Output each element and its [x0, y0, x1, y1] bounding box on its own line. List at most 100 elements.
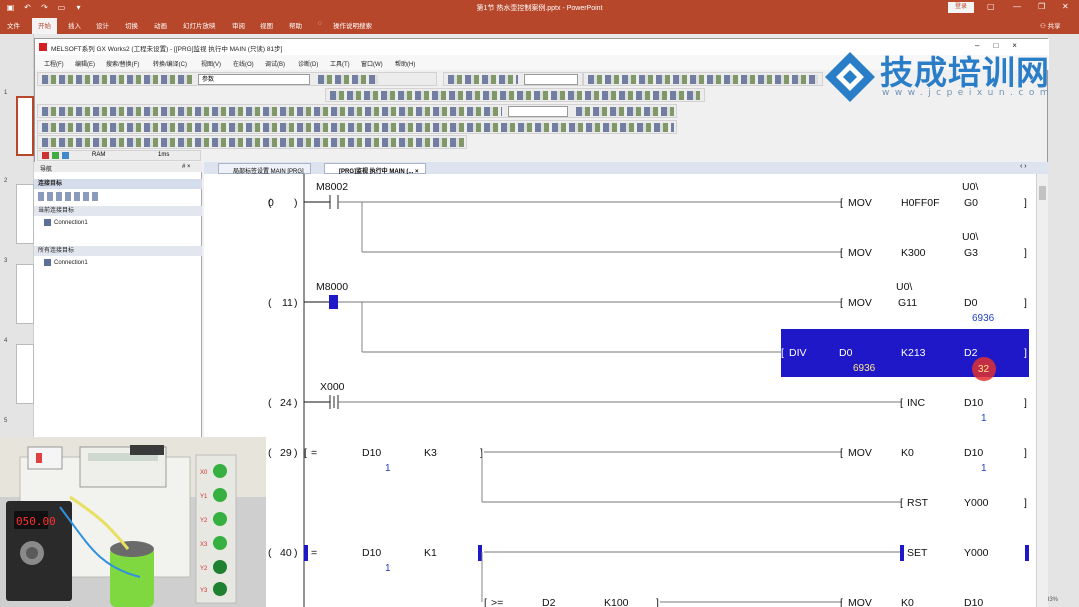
tab-transitions[interactable]: 切换 — [125, 20, 138, 30]
toolbar-icons[interactable] — [42, 107, 502, 116]
svg-text:MOV: MOV — [848, 297, 872, 309]
minimize-icon[interactable]: — — [1013, 2, 1021, 11]
svg-text:(: ( — [268, 197, 272, 209]
instruction-rst[interactable]: [ RST Y000 ] — [900, 497, 1027, 509]
watermark-url: www.jcpeixun.com — [882, 88, 1055, 98]
powerpoint-title-bar: ▣ ↶ ↷ ▭ ▾ 第1节 热水壶控制案例.pptx - PowerPoint … — [0, 0, 1079, 16]
slide-number: 4 — [4, 338, 8, 344]
toolbar-icons[interactable] — [42, 123, 674, 132]
close-icon[interactable]: ✕ — [1062, 2, 1069, 11]
pin-close-icon[interactable]: # × — [182, 164, 191, 170]
svg-text:[: [ — [900, 397, 903, 409]
tab-local-labels[interactable]: 局部标签设置 MAIN [PRG] — [218, 163, 311, 175]
energized-marker — [900, 545, 904, 561]
connection-icon — [44, 259, 51, 266]
stop-icon[interactable] — [42, 152, 49, 159]
tab-file[interactable]: 文件 — [7, 20, 20, 30]
toolbar-icons[interactable] — [588, 75, 818, 84]
slide-thumbnail[interactable] — [16, 184, 34, 244]
compare-eq-2[interactable]: = D10 1 K1 — [311, 547, 437, 574]
tab-review[interactable]: 审阅 — [232, 20, 245, 30]
svg-text:]: ] — [1024, 347, 1027, 359]
device-combo[interactable] — [508, 106, 568, 117]
toolbar-icons[interactable] — [448, 75, 518, 84]
slide-thumbnail[interactable] — [16, 264, 34, 324]
tab-scroll-icons[interactable]: ‹ › — [1020, 163, 1027, 170]
svg-text:]: ] — [1024, 247, 1027, 259]
tell-me-search[interactable]: 操作说明搜索 — [333, 20, 372, 30]
svg-text:[: [ — [900, 497, 903, 509]
login-button[interactable]: 登录 — [948, 2, 974, 13]
menu-debug[interactable]: 调试(B) — [265, 59, 285, 68]
svg-text:]: ] — [1024, 297, 1027, 309]
instruction-set[interactable]: SET Y000 — [907, 547, 989, 559]
toolbar-icons[interactable] — [318, 75, 378, 84]
scrollbar-thumb[interactable] — [1039, 186, 1046, 200]
tab-design[interactable]: 设计 — [96, 20, 109, 30]
tab-view[interactable]: 视图 — [260, 20, 273, 30]
instruction-mov-3[interactable]: [ MOV U0\ G11 D0 6936 ] — [840, 281, 1027, 324]
svg-text:D10: D10 — [964, 397, 983, 409]
navigation-combo[interactable]: 参数 — [198, 74, 310, 85]
svg-text:): ) — [294, 397, 298, 409]
menu-help[interactable]: 帮助(H) — [395, 59, 415, 68]
tab-insert[interactable]: 插入 — [68, 20, 81, 30]
restore-icon[interactable]: ❐ — [1038, 2, 1045, 11]
toolbar-icons[interactable] — [330, 91, 700, 100]
menu-window[interactable]: 窗口(W) — [361, 59, 383, 68]
menu-diagnostics[interactable]: 诊断(D) — [298, 59, 318, 68]
navigation-title: 导航 — [40, 167, 53, 173]
svg-text:=: = — [311, 547, 317, 559]
tab-animations[interactable]: 动画 — [154, 20, 167, 30]
ladder-editor[interactable]: 0 ( ) M8002 [ MOV H0FF0F U0\ G0 ] [ MOV … — [204, 174, 1036, 607]
menu-online[interactable]: 在线(O) — [233, 59, 254, 68]
svg-text:): ) — [294, 197, 298, 209]
tab-prg-monitor[interactable]: [PRG]监视 执行中 MAIN (... × — [324, 163, 426, 175]
menu-project[interactable]: 工程(F) — [44, 59, 64, 68]
slide-thumbnail[interactable] — [16, 344, 34, 404]
menu-view[interactable]: 视图(V) — [201, 59, 221, 68]
svg-text:MOV: MOV — [848, 597, 872, 607]
gx-window-title: MELSOFT系列 GX Works2 (工程未设置) - [[PRG]监视 执… — [51, 46, 283, 53]
svg-text:U0\: U0\ — [962, 181, 978, 193]
instruction-mov-4[interactable]: [ MOV K0 D10 1 ] — [840, 447, 1027, 474]
menu-convert-compile[interactable]: 转换/编译(C) — [153, 59, 187, 68]
toolbar-icons[interactable] — [576, 107, 674, 116]
svg-text:]: ] — [656, 597, 659, 607]
menu-find-replace[interactable]: 搜索/替换(F) — [106, 59, 139, 68]
vertical-scrollbar[interactable] — [1036, 174, 1048, 607]
menu-tools[interactable]: 工具(T) — [330, 59, 350, 68]
svg-text:Y2: Y2 — [200, 566, 208, 572]
program-combo[interactable] — [524, 74, 578, 85]
share-button[interactable]: ⚇ 共享 — [1040, 20, 1061, 30]
instruction-inc[interactable]: [ INC D10 1 ] — [900, 397, 1027, 424]
instruction-mov-5[interactable]: [ MOV K0 D10 — [840, 597, 983, 607]
run-icon[interactable] — [52, 152, 59, 159]
tab-help[interactable]: 帮助 — [289, 20, 302, 30]
svg-text:[: [ — [840, 197, 843, 209]
compare-eq-1[interactable]: [ = D10 1 K3 ] — [304, 447, 483, 474]
slide-thumbnail-selected[interactable] — [16, 96, 34, 156]
instruction-mov-2[interactable]: [ MOV K300 U0\ G3 ] — [840, 231, 1027, 259]
ladder-diagram[interactable]: 0 ( ) M8002 [ MOV H0FF0F U0\ G0 ] [ MOV … — [204, 174, 1036, 607]
tab-home[interactable]: 开始 — [32, 18, 57, 34]
menu-edit[interactable]: 编辑(E) — [75, 59, 95, 68]
monitor-icon[interactable] — [62, 152, 69, 159]
instruction-div-selected[interactable]: [ DIV D0 6936 K213 D2 32 ] — [781, 329, 1029, 381]
all-connection-item[interactable]: Connection1 — [44, 259, 88, 266]
current-connection-item[interactable]: Connection1 — [44, 219, 88, 226]
toolbar-icons[interactable] — [42, 138, 464, 147]
tab-slideshow[interactable]: 幻灯片放映 — [183, 20, 216, 30]
ribbon-display-icon[interactable]: ▢ — [987, 2, 995, 11]
svg-text:G11: G11 — [898, 297, 917, 309]
compare-ge[interactable]: [ >= D2 K100 ] — [484, 597, 659, 607]
svg-text:K1: K1 — [424, 547, 437, 559]
connection-target-header: 连接目标 — [34, 179, 202, 189]
connection-toolbar-icons[interactable] — [38, 192, 98, 201]
contact-label: M8002 — [316, 181, 348, 193]
svg-text:]: ] — [1024, 197, 1027, 209]
step-number: 24 — [280, 397, 292, 409]
instruction-mov-1[interactable]: [ MOV H0FF0F U0\ G0 ] — [840, 181, 1027, 209]
svg-text:K0: K0 — [901, 447, 914, 459]
toolbar-icons[interactable] — [42, 75, 192, 84]
